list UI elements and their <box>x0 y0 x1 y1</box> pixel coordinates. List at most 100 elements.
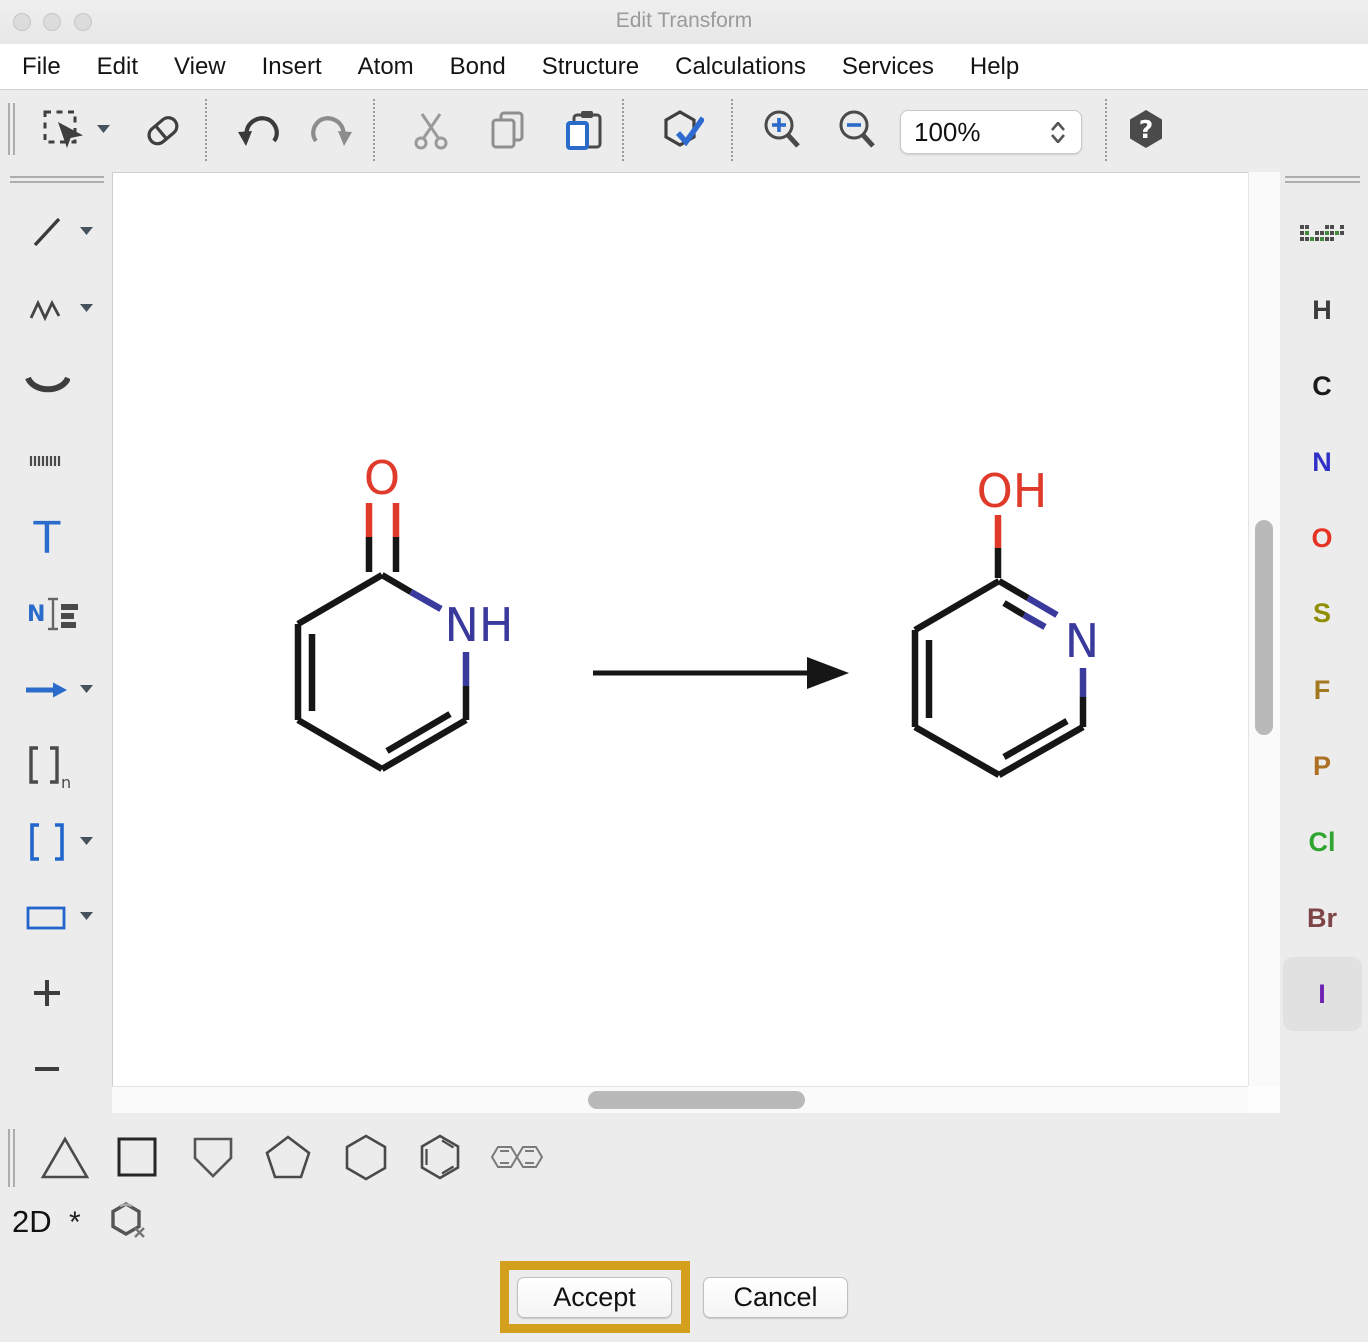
toolbar-separator <box>622 99 624 161</box>
svg-text:n: n <box>61 773 70 790</box>
hashed-line-tool-button[interactable] <box>24 438 70 484</box>
dimension-toggle[interactable]: 2D <box>12 1204 52 1240</box>
element-C-button[interactable]: C <box>1280 363 1364 409</box>
menu-item-atom[interactable]: Atom <box>358 53 414 81</box>
select-tool-dropdown-caret[interactable] <box>97 125 110 134</box>
menu-item-help[interactable]: Help <box>970 53 1019 81</box>
product-molecule[interactable]: OH N <box>915 464 1099 775</box>
eraser-button[interactable] <box>141 108 185 152</box>
zoom-out-button[interactable] <box>835 108 879 152</box>
element-I-button[interactable]: I <box>1280 971 1364 1017</box>
paste-button[interactable] <box>562 108 606 152</box>
chain-dropdown-caret[interactable] <box>80 304 94 314</box>
menu-item-edit[interactable]: Edit <box>97 53 138 81</box>
palette-grip[interactable] <box>10 176 104 183</box>
template-cyclopentane-button[interactable] <box>260 1127 316 1187</box>
bracket-tool-button[interactable] <box>24 819 70 865</box>
menu-item-bond[interactable]: Bond <box>450 53 506 81</box>
element-O-button[interactable]: O <box>1280 515 1364 561</box>
reactant-oxygen-label[interactable]: O <box>364 451 400 505</box>
template-cyclobutane-button[interactable] <box>109 1127 165 1187</box>
element-P-label: P <box>1313 751 1331 782</box>
bracket-dropdown-caret[interactable] <box>80 837 94 847</box>
template-cyclopropane-button[interactable] <box>37 1127 93 1187</box>
accept-button[interactable]: Accept <box>517 1277 672 1318</box>
structure-canvas[interactable]: O NH <box>112 172 1248 1086</box>
menu-item-view[interactable]: View <box>174 53 226 81</box>
rectangle-dropdown-caret[interactable] <box>80 912 94 922</box>
template-toolbar-grip[interactable] <box>8 1129 15 1187</box>
undo-button[interactable] <box>235 108 279 152</box>
element-Cl-button[interactable]: Cl <box>1280 819 1364 865</box>
reactant-nh-label[interactable]: NH <box>445 598 514 652</box>
scrollbar-corner <box>1248 1086 1280 1113</box>
rectangle-tool-button[interactable] <box>24 894 70 940</box>
select-tool-button[interactable] <box>40 108 84 152</box>
undo-icon <box>235 108 279 152</box>
redo-button[interactable] <box>311 108 355 152</box>
single-bond-tool-button[interactable] <box>24 209 70 255</box>
menu-item-insert[interactable]: Insert <box>262 53 322 81</box>
element-Cl-label: Cl <box>1309 827 1336 858</box>
element-Br-label: Br <box>1307 903 1337 934</box>
horizontal-scrollbar-thumb[interactable] <box>588 1091 805 1109</box>
periodic-table-button[interactable] <box>1280 215 1364 261</box>
toolbar-grip[interactable] <box>8 103 15 155</box>
increase-charge-button[interactable] <box>24 970 70 1016</box>
text-tool-button[interactable]: T <box>24 515 70 561</box>
arc-tool-button[interactable] <box>24 363 70 409</box>
toolbar-separator <box>373 99 375 161</box>
reaction-arrow-tool-button[interactable] <box>24 667 70 713</box>
chain-tool-button[interactable] <box>24 286 70 332</box>
arrow-dropdown-caret[interactable] <box>80 685 94 695</box>
horizontal-scrollbar[interactable] <box>112 1086 1248 1113</box>
vertical-scrollbar-thumb[interactable] <box>1255 520 1273 735</box>
reaction-arrow[interactable] <box>593 657 849 689</box>
template-benzene-button[interactable] <box>412 1127 468 1187</box>
reactant-molecule[interactable]: O NH <box>298 451 514 769</box>
abbreviated-group-button[interactable] <box>110 1202 152 1244</box>
menu-item-file[interactable]: File <box>22 53 61 81</box>
element-P-button[interactable]: P <box>1280 743 1364 789</box>
triangle-ring-icon <box>38 1130 92 1184</box>
atom-label-tool-button[interactable]: N <box>24 591 84 637</box>
product-nitrogen-label[interactable]: N <box>1065 614 1099 668</box>
any-atom-button[interactable]: * <box>69 1206 81 1240</box>
zoom-out-icon <box>835 108 879 152</box>
zoom-level-combobox[interactable]: 100% <box>900 110 1082 154</box>
eraser-icon <box>141 108 185 152</box>
square-ring-icon <box>110 1130 164 1184</box>
redo-icon <box>311 108 355 152</box>
element-S-button[interactable]: S <box>1280 590 1364 636</box>
template-naphthalene-button[interactable] <box>488 1127 544 1187</box>
palette-grip[interactable] <box>1285 176 1360 183</box>
main-toolbar: 100% ? <box>0 91 1368 170</box>
cut-button[interactable] <box>409 108 453 152</box>
decrease-charge-button[interactable] <box>24 1046 70 1092</box>
element-H-label: H <box>1312 295 1332 326</box>
copy-button[interactable] <box>486 108 530 152</box>
template-cyclopentane-down-button[interactable] <box>185 1127 241 1187</box>
element-H-button[interactable]: H <box>1280 287 1364 333</box>
repeat-group-bracket-tool-button[interactable]: n <box>24 743 70 789</box>
vertical-scrollbar[interactable] <box>1248 172 1280 1086</box>
element-Br-button[interactable]: Br <box>1280 895 1364 941</box>
rectangle-icon <box>24 900 70 934</box>
check-structure-button[interactable] <box>660 108 704 152</box>
zoom-in-button[interactable] <box>760 108 804 152</box>
help-button[interactable]: ? <box>1124 108 1168 152</box>
select-rect-lasso-icon <box>40 108 84 152</box>
plus-icon <box>27 973 67 1013</box>
cancel-button[interactable]: Cancel <box>703 1277 848 1318</box>
template-cyclohexane-button[interactable] <box>338 1127 394 1187</box>
menu-item-calculations[interactable]: Calculations <box>675 53 806 81</box>
element-I-label: I <box>1318 979 1326 1010</box>
zoom-level-stepper[interactable] <box>1043 122 1081 143</box>
element-F-label: F <box>1314 675 1331 706</box>
menu-item-services[interactable]: Services <box>842 53 934 81</box>
element-N-button[interactable]: N <box>1280 439 1364 485</box>
product-hydroxyl-label[interactable]: OH <box>977 464 1048 518</box>
element-F-button[interactable]: F <box>1280 667 1364 713</box>
bond-dropdown-caret[interactable] <box>80 227 94 237</box>
menu-item-structure[interactable]: Structure <box>542 53 639 81</box>
